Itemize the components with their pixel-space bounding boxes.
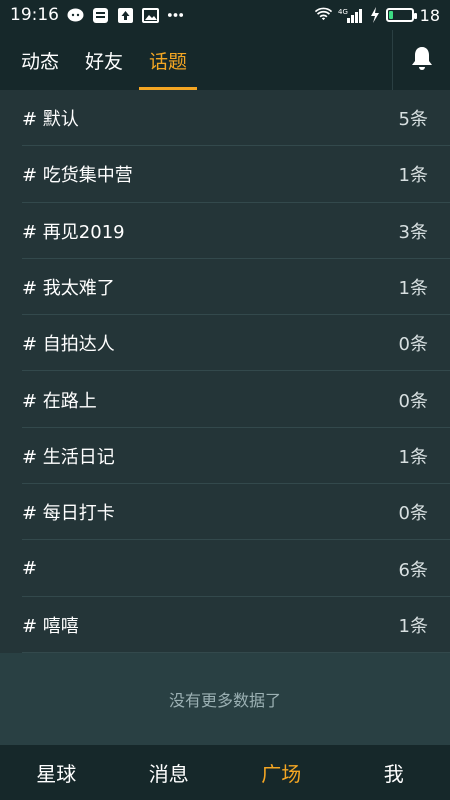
nav-item-me[interactable]: 我 — [338, 745, 450, 800]
topic-count: 3条 — [398, 221, 428, 243]
status-bar: 19:16 4G 18 — [0, 0, 450, 30]
topic-name: # 每日打卡 — [22, 503, 115, 525]
topic-count: 1条 — [398, 278, 428, 300]
topic-row[interactable]: # 每日打卡 0条 — [0, 484, 450, 541]
topic-name: # 再见2019 — [22, 221, 125, 243]
topic-count: 0条 — [398, 390, 428, 412]
tab-bar: 动态 好友 话题 — [0, 30, 200, 90]
bottom-nav: 星球 消息 广场 我 — [0, 745, 450, 800]
topic-count: 1条 — [398, 165, 428, 187]
tab-dynamic[interactable]: 动态 — [11, 30, 69, 90]
nav-item-square[interactable]: 广场 — [225, 745, 338, 800]
app-notification-icon — [92, 7, 109, 24]
topic-count: 1条 — [398, 446, 428, 468]
notification-button[interactable] — [392, 30, 450, 90]
topic-count: 1条 — [398, 615, 428, 637]
tab-friends[interactable]: 好友 — [75, 30, 133, 90]
wifi-icon — [314, 7, 332, 24]
topic-row[interactable]: # 再见2019 3条 — [0, 203, 450, 260]
charging-bolt-icon — [370, 7, 380, 24]
topic-count: 0条 — [398, 503, 428, 525]
topic-name: # 默认 — [22, 109, 79, 131]
topic-count: 6条 — [398, 559, 428, 581]
topic-name: # 我太难了 — [22, 278, 115, 300]
svg-text:4G: 4G — [338, 8, 348, 16]
topic-name: # 自拍达人 — [22, 334, 115, 356]
more-dots-icon — [167, 7, 184, 24]
topic-name: # 嘻嘻 — [22, 615, 79, 637]
topic-row[interactable]: #6条 — [0, 540, 450, 597]
topic-list: # 默认 5条 # 吃货集中营 1条 # 再见2019 3条 # 我太难了 1条 # 自… — [0, 90, 450, 654]
nav-item-messages[interactable]: 消息 — [113, 745, 226, 800]
topic-name: # 生活日记 — [22, 446, 115, 468]
topic-count: 0条 — [398, 334, 428, 356]
bell-icon — [410, 45, 434, 75]
no-more-data-text: 没有更多数据了 — [0, 653, 450, 745]
topic-row[interactable]: # 我太难了 1条 — [0, 259, 450, 316]
battery-percent: 18 — [419, 5, 440, 25]
topic-name: # 吃货集中营 — [22, 165, 133, 187]
wechat-icon — [67, 7, 84, 24]
image-icon — [142, 7, 159, 24]
topic-row[interactable]: # 嘻嘻 1条 — [0, 597, 450, 654]
topic-row[interactable]: # 在路上 0条 — [0, 371, 450, 429]
status-time: 19:16 — [10, 5, 59, 25]
topic-row[interactable]: # 生活日记 1条 — [0, 428, 450, 485]
topic-name: # 在路上 — [22, 390, 97, 412]
topic-name: # — [22, 558, 38, 580]
topic-count: 5条 — [398, 109, 428, 131]
cellular-signal-icon: 4G — [338, 7, 364, 24]
tab-topics[interactable]: 话题 — [139, 30, 198, 90]
topic-row[interactable]: # 默认 5条 — [0, 90, 450, 147]
battery-icon — [385, 8, 417, 22]
topic-row[interactable]: # 自拍达人 0条 — [0, 315, 450, 372]
topic-row[interactable]: # 吃货集中营 1条 — [0, 146, 450, 203]
top-header: 动态 好友 话题 — [0, 30, 450, 90]
nav-item-planet[interactable]: 星球 — [0, 745, 113, 800]
upload-icon — [117, 7, 134, 24]
